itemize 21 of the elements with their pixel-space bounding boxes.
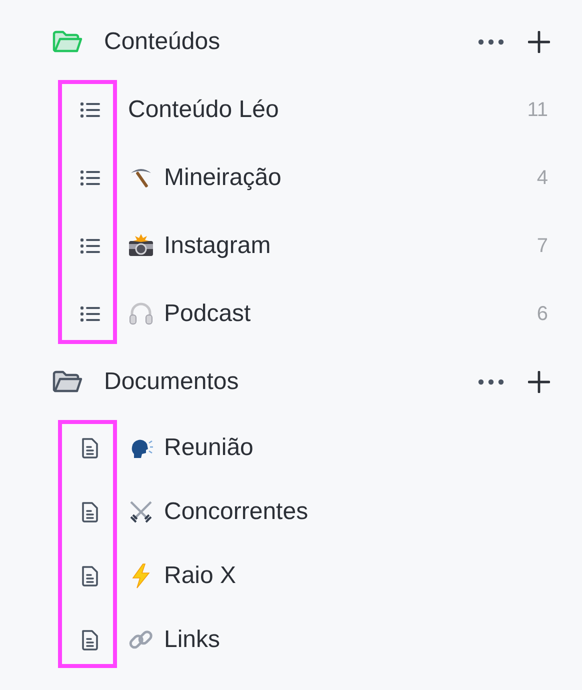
more-icon[interactable] xyxy=(478,39,504,45)
item-count: 7 xyxy=(536,234,548,258)
add-icon[interactable] xyxy=(528,31,550,53)
crossed-swords-icon xyxy=(128,499,154,525)
item-count: 11 xyxy=(527,98,548,122)
page-link[interactable]: Reunião xyxy=(164,434,548,462)
section-title[interactable]: Documentos xyxy=(104,368,478,396)
section-title[interactable]: Conteúdos xyxy=(104,28,478,56)
headphones-icon xyxy=(128,301,154,327)
page-link[interactable]: Conteúdo Léo xyxy=(128,96,528,124)
item-count: 4 xyxy=(536,166,548,190)
more-icon[interactable] xyxy=(478,379,504,385)
page-link[interactable]: Concorrentes xyxy=(164,498,548,526)
page-link[interactable]: Podcast xyxy=(164,300,537,328)
page-link[interactable]: Links xyxy=(164,626,548,654)
camera-icon xyxy=(128,233,154,259)
page-link[interactable]: Mineiração xyxy=(164,164,537,192)
page-link[interactable]: Instagram xyxy=(164,232,537,260)
add-icon[interactable] xyxy=(528,371,550,393)
item-count: 6 xyxy=(536,302,548,326)
page-link[interactable]: Raio X xyxy=(164,562,548,590)
